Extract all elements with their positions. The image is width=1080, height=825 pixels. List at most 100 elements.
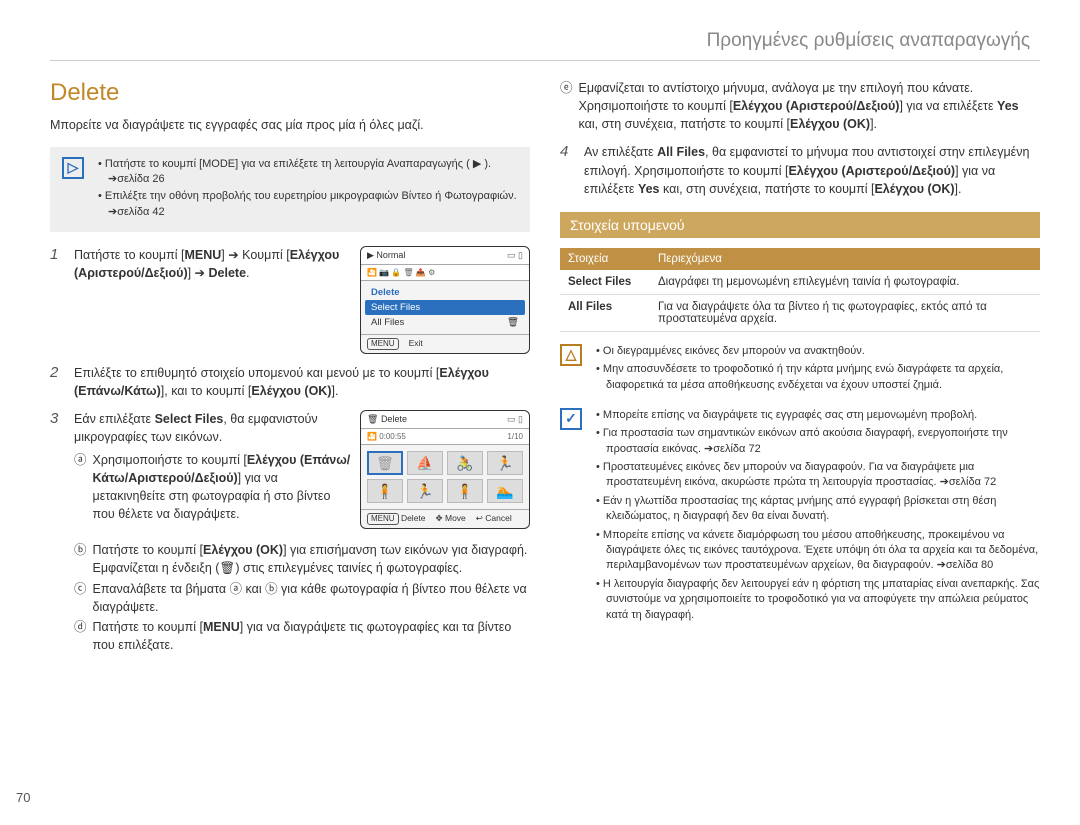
substep-text: MENU — [203, 620, 240, 634]
tip-box: ✓ Μπορείτε επίσης να διαγράψετε τις εγγρ… — [560, 408, 1040, 626]
tip-item: Μπορείτε επίσης να κάνετε διαμόρφωση του… — [596, 528, 1040, 574]
play-icon: ▷ — [62, 157, 84, 179]
step-text: Πατήστε το κουμπί [ — [74, 248, 184, 262]
step-text: Delete — [209, 266, 247, 280]
substep-a-icon: ⓐ — [74, 451, 87, 524]
step-3: 3 Εάν επιλέξατε Select Files, θα εμφανισ… — [50, 410, 530, 656]
step-text: ]. — [332, 384, 339, 398]
thumb: 🚴 — [447, 451, 483, 475]
tip-item: Προστατευμένες εικόνες δεν μπορούν να δι… — [596, 460, 1040, 491]
thumb: 🧍 — [367, 479, 403, 503]
ss-delete-header: Delete — [365, 285, 525, 300]
note-box-info: ▷ Πατήστε το κουμπί [MODE] για να επιλέξ… — [50, 147, 530, 233]
step-text: Ελέγχου (OK) — [874, 182, 954, 196]
submenu-heading: Στοιχεία υπομενού — [560, 212, 1040, 238]
step-text: και, στη συνέχεια, πατήστε το κουμπί [ — [660, 182, 875, 196]
step-2: 2 Επιλέξτε το επιθυμητό στοιχείο υπομενο… — [50, 364, 530, 400]
step-text: Ελέγχου (Αριστερού/Δεξιού) — [788, 164, 955, 178]
section-title: Delete — [50, 79, 530, 107]
step-text: Αν επιλέξατε — [584, 145, 657, 159]
substep-e-icon: ⓔ — [560, 79, 573, 133]
table-row: All Files Για να διαγράψετε όλα τα βίντε… — [560, 294, 1040, 331]
warning-icon: △ — [560, 344, 582, 366]
ss-menu-btn: MENU — [367, 513, 399, 525]
thumb: 🏃 — [407, 479, 443, 503]
right-column: ⓔ Εμφανίζεται το αντίστοιχο μήνυμα, ανάλ… — [560, 79, 1040, 666]
substep-text: Επαναλάβετε τα βήματα ⓐ και ⓑ για κάθε φ… — [93, 580, 530, 616]
ss-select-files: Select Files — [365, 300, 525, 315]
substep-text: Ελέγχου (OK) — [203, 543, 283, 557]
submenu-table: Στοιχεία Περιεχόμενα Select Files Διαγρά… — [560, 248, 1040, 332]
table-cell-value: Για να διαγράψετε όλα τα βίντεο ή τις φω… — [650, 294, 1040, 331]
thumb: 🏊 — [487, 479, 523, 503]
ss-cancel-label: Cancel — [485, 513, 511, 523]
ss-timer: 0:00:55 — [379, 432, 406, 441]
substep-b-icon: ⓑ — [74, 541, 87, 577]
step-text: ] ➔ Κουμπί [ — [221, 248, 289, 262]
tip-item: Εάν η γλωττίδα προστασίας της κάρτας μνή… — [596, 494, 1040, 525]
step-text: Εάν επιλέξατε — [74, 412, 155, 426]
thumb: ⛵ — [407, 451, 443, 475]
ss-all-files: All Files 🗑 — [365, 315, 525, 330]
substep-text: ] για να επιλέξετε — [899, 99, 997, 113]
step-number: 3 — [50, 410, 64, 656]
step-text: ] ➔ — [188, 266, 209, 280]
warning-item: Μην αποσυνδέσετε το τροφοδοτικό ή την κά… — [596, 362, 1040, 393]
menu-screenshot-2: 🗑 Delete▭ ▯ 🎦 0:00:551/10 🗑 ⛵ 🚴 🏃 🧍 🏃 🧍 … — [360, 410, 530, 529]
table-cell-value: Διαγράφει τη μεμονωμένη επιλεγμένη ταινί… — [650, 270, 1040, 295]
thumb-selected: 🗑 — [367, 451, 403, 475]
menu-label: MENU — [184, 248, 221, 262]
substep-text: Ελέγχου (Αριστερού/Δεξιού) — [733, 99, 900, 113]
thumb: 🧍 — [447, 479, 483, 503]
step-text: Ελέγχου (OK) — [251, 384, 331, 398]
ss-mode: Normal — [376, 250, 405, 260]
substep-text: Χρησιμοποιήστε το κουμπί [ — [93, 453, 247, 467]
table-cell-key: All Files — [560, 294, 650, 331]
note-item: Πατήστε το κουμπί [MODE] για να επιλέξετ… — [98, 157, 518, 188]
substep-text: Yes — [997, 99, 1019, 113]
thumb: 🏃 — [487, 451, 523, 475]
ss-delete-title: Delete — [381, 414, 407, 424]
warning-item: Οι διεγραμμένες εικόνες δεν μπορούν να α… — [596, 344, 1040, 359]
step-1: 1 Πατήστε το κουμπί [MENU] ➔ Κουμπί [Ελέ… — [50, 246, 530, 354]
step-text: All Files — [657, 145, 705, 159]
note-item: Επιλέξτε την οθόνη προβολής του ευρετηρί… — [98, 189, 518, 220]
section-intro: Μπορείτε να διαγράψετε τις εγγραφές σας … — [50, 117, 530, 135]
tip-item: Η λειτουργία διαγραφής δεν λειτουργεί εά… — [596, 577, 1040, 623]
info-icon: ✓ — [560, 408, 582, 430]
table-row: Select Files Διαγράφει τη μεμονωμένη επι… — [560, 270, 1040, 295]
step-text: Επιλέξτε το επιθυμητό στοιχείο υπομενού … — [74, 366, 439, 380]
substep-text: Πατήστε το κουμπί [ — [93, 620, 203, 634]
note-list: Πατήστε το κουμπί [MODE] για να επιλέξετ… — [94, 157, 518, 223]
warning-box: △ Οι διεγραμμένες εικόνες δεν μπορούν να… — [560, 344, 1040, 396]
substep-text: και, στη συνέχεια, πατήστε το κουμπί [ — [579, 117, 790, 131]
page-number: 70 — [16, 790, 30, 805]
tip-item: Για προστασία των σημαντικών εικόνων από… — [596, 426, 1040, 457]
table-cell-key: Select Files — [560, 270, 650, 295]
ss-move-label: Move — [445, 513, 466, 523]
substep-text: Πατήστε το κουμπί [ — [93, 543, 203, 557]
substep-text: Ελέγχου (OK) — [790, 117, 870, 131]
step-text: ]. — [955, 182, 962, 196]
step-text: Select Files — [155, 412, 224, 426]
step-number: 4 — [560, 143, 574, 197]
step-4: 4 Αν επιλέξατε All Files, θα εμφανιστεί … — [560, 143, 1040, 197]
step-text: Yes — [638, 182, 660, 196]
page-header: Προηγμένες ρυθμίσεις αναπαραγωγής — [50, 30, 1040, 61]
ss-menu-button: MENU — [367, 338, 399, 350]
substep-c-icon: ⓒ — [74, 580, 87, 616]
left-column: Delete Μπορείτε να διαγράψετε τις εγγραφ… — [50, 79, 530, 666]
substep-d-icon: ⓓ — [74, 618, 87, 654]
ss-exit-label: Exit — [409, 338, 423, 350]
step-number: 1 — [50, 246, 64, 354]
step-text: . — [246, 266, 249, 280]
ss-counter: 1/10 — [507, 432, 523, 441]
ss-delete-label: Delete — [401, 513, 426, 523]
table-header: Περιεχόμενα — [650, 248, 1040, 270]
step-number: 2 — [50, 364, 64, 400]
table-header: Στοιχεία — [560, 248, 650, 270]
step-text: ], και το κουμπί [ — [161, 384, 252, 398]
tip-item: Μπορείτε επίσης να διαγράψετε τις εγγραφ… — [596, 408, 1040, 423]
substep-text: ]. — [870, 117, 877, 131]
menu-screenshot-1: ▶ Normal▭ ▯ 🎦 📷 🔒 🗑 📤 ⚙ Delete Select Fi… — [360, 246, 530, 354]
